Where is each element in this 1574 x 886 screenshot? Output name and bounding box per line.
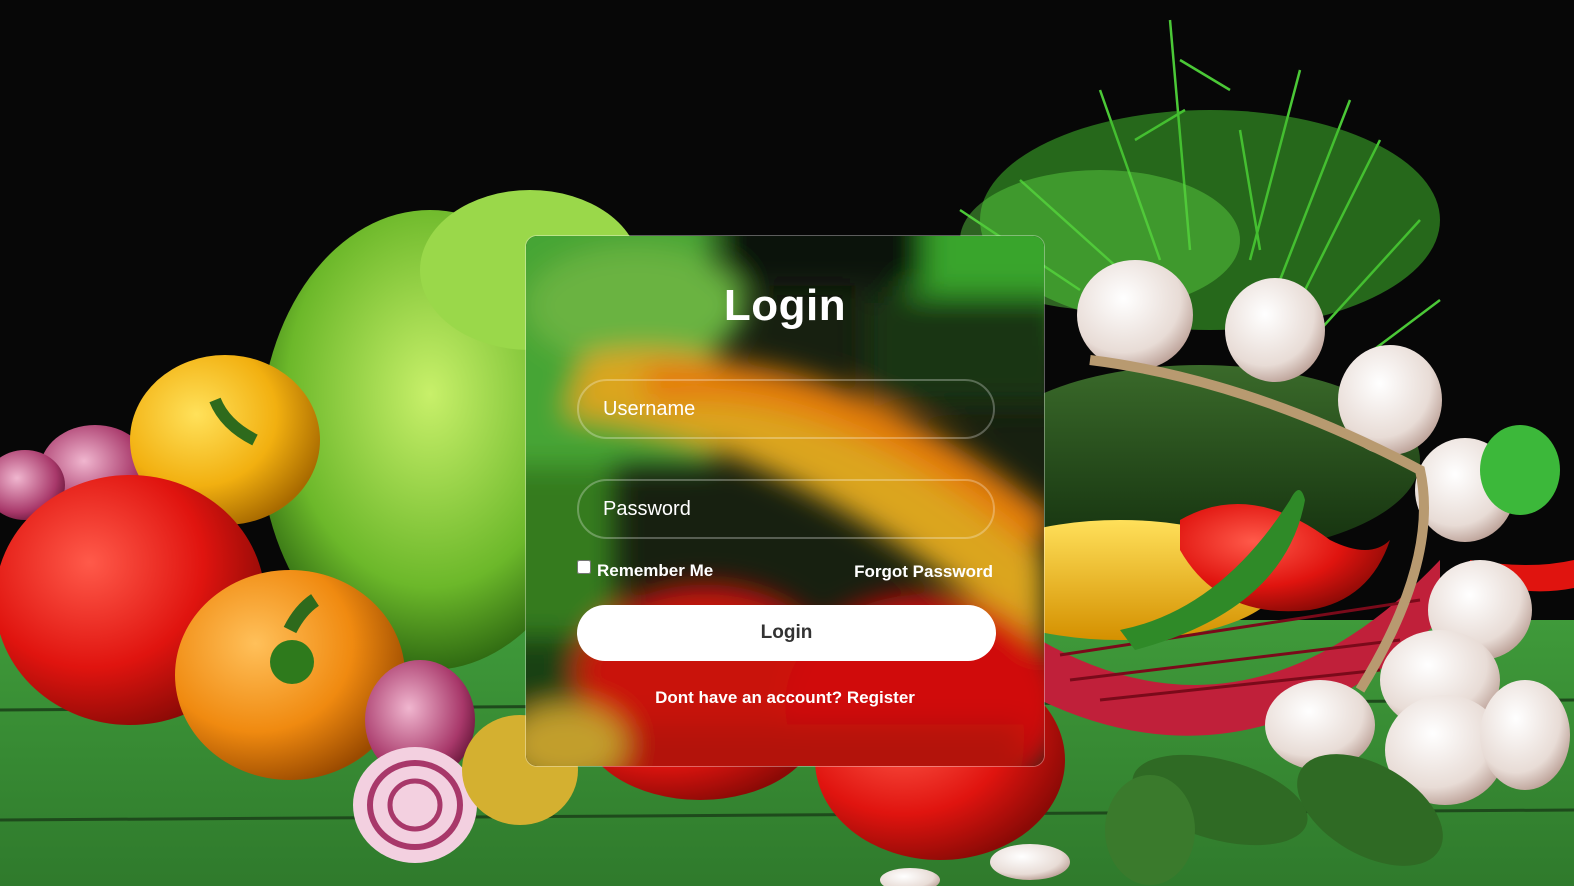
register-prompt-text: Dont have an account? [655, 688, 843, 707]
register-link[interactable]: Register [847, 688, 915, 707]
register-prompt: Dont have an account? Register [526, 688, 1044, 708]
username-field[interactable] [577, 379, 995, 439]
login-title: Login [723, 281, 847, 330]
login-button[interactable]: Login [577, 605, 996, 661]
remember-me-label: Remember Me [597, 561, 714, 580]
password-field[interactable] [577, 479, 995, 539]
username-input[interactable] [579, 381, 993, 437]
remember-me-checkbox[interactable] [577, 560, 591, 574]
login-page: Login Remember Me Forgot Password Login … [0, 0, 1574, 886]
password-input[interactable] [579, 481, 993, 537]
forgot-password-link[interactable]: Forgot Password [854, 562, 993, 582]
remember-me[interactable]: Remember Me [577, 560, 714, 581]
login-card: Login Remember Me Forgot Password Login … [525, 235, 1045, 767]
